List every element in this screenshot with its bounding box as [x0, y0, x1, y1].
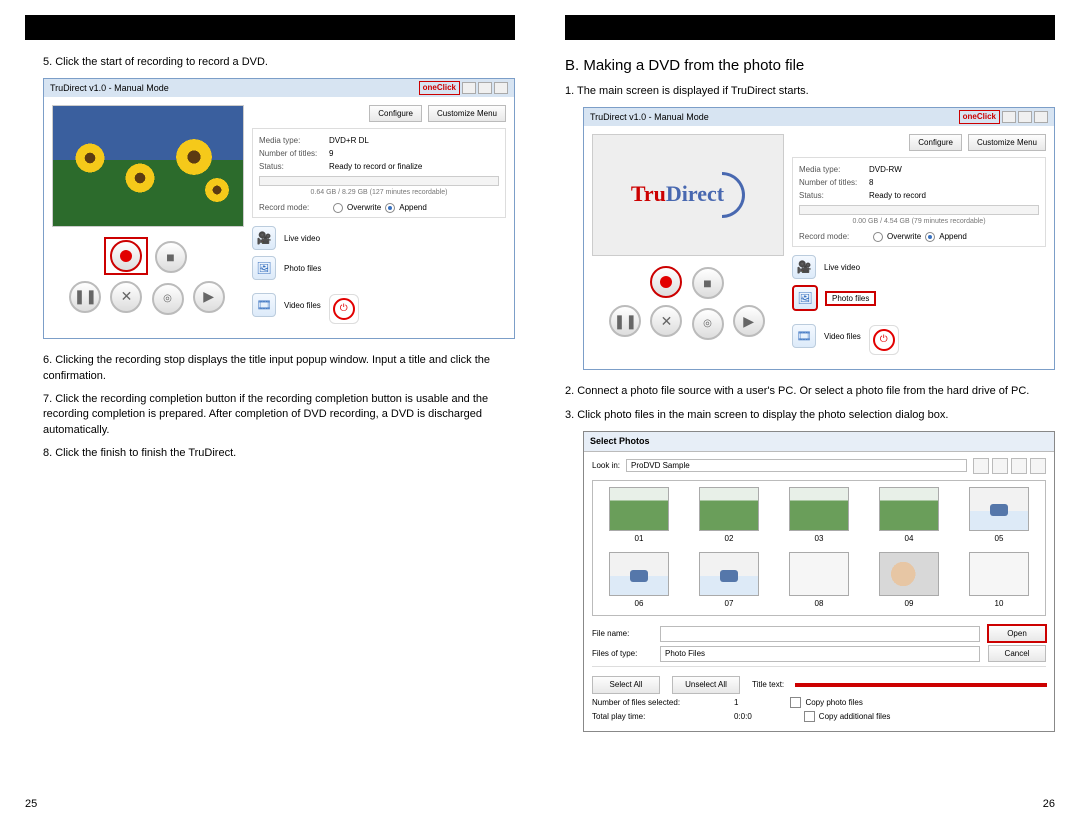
- thumb[interactable]: 07: [689, 552, 769, 609]
- cancel-dialog-button[interactable]: Cancel: [988, 645, 1046, 662]
- photo-files-label-highlight: Photo files: [826, 292, 875, 305]
- thumb[interactable]: 05: [959, 487, 1039, 544]
- thumb[interactable]: 10: [959, 552, 1039, 609]
- append-radio[interactable]: [385, 203, 395, 213]
- finalize-button[interactable]: ◎: [692, 308, 724, 340]
- step-3: 3. Click photo files in the main screen …: [565, 408, 1055, 423]
- step-6: 6. Clicking the recording stop displays …: [25, 353, 515, 384]
- info-panel: Configure Customize Menu Media type:DVD+…: [252, 105, 506, 331]
- stop-button[interactable]: ■: [155, 241, 187, 273]
- video-files-icon[interactable]: 🎞: [252, 293, 276, 317]
- up-icon[interactable]: [992, 458, 1008, 474]
- arc-icon: [722, 172, 745, 218]
- video-files-icon[interactable]: 🎞: [792, 324, 816, 348]
- close-icon[interactable]: [1034, 111, 1048, 123]
- copy-additional-checkbox[interactable]: [804, 711, 815, 722]
- preview-pane: ■ ❚❚ ✕ ◎ ▶: [52, 105, 242, 331]
- capacity-bar: [259, 176, 499, 186]
- page-26: B. Making a DVD from the photo file 1. T…: [540, 0, 1080, 820]
- back-icon[interactable]: [973, 458, 989, 474]
- pause-button[interactable]: ❚❚: [609, 305, 641, 337]
- power-button[interactable]: ⏻: [329, 294, 359, 324]
- power-button[interactable]: ⏻: [869, 325, 899, 355]
- live-video-icon[interactable]: 🎥: [252, 226, 276, 250]
- cancel-button[interactable]: ✕: [650, 305, 682, 337]
- preview-sunflowers: [52, 105, 244, 227]
- page-25: 5. Click the start of recording to recor…: [0, 0, 540, 820]
- preview-pane: TruDirect ■ ❚❚ ✕ ◎ ▶: [592, 134, 782, 362]
- look-in-label: Look in:: [592, 460, 620, 471]
- thumb[interactable]: 08: [779, 552, 859, 609]
- section-heading: B. Making a DVD from the photo file: [565, 55, 1055, 76]
- min-icon[interactable]: [1002, 111, 1016, 123]
- record-button-highlight: [104, 237, 148, 275]
- view-icon[interactable]: [1030, 458, 1046, 474]
- thumb[interactable]: 04: [869, 487, 949, 544]
- configure-button[interactable]: Configure: [369, 105, 422, 122]
- record-button[interactable]: [110, 240, 142, 272]
- thumbnail-grid: 01 02 03 04 05 06 07 08 09 10: [592, 480, 1046, 616]
- step-8: 8. Click the finish to finish the TruDir…: [25, 446, 515, 461]
- dialog-title: Select Photos: [584, 432, 1054, 452]
- screenshot-main: TruDirect v1.0 - Manual Mode oneClick Tr…: [583, 107, 1055, 370]
- close-icon[interactable]: [494, 82, 508, 94]
- append-radio[interactable]: [925, 232, 935, 242]
- thumb[interactable]: 01: [599, 487, 679, 544]
- app-titlebar: TruDirect v1.0 - Manual Mode oneClick: [584, 108, 1054, 125]
- new-folder-icon[interactable]: [1011, 458, 1027, 474]
- screenshot-select-photos: Select Photos Look in: 01 02 03 04 05 06…: [583, 431, 1055, 732]
- play-button[interactable]: ▶: [733, 305, 765, 337]
- live-video-icon[interactable]: 🎥: [792, 255, 816, 279]
- stop-button[interactable]: ■: [692, 267, 724, 299]
- photo-files-icon[interactable]: 🖼: [792, 285, 818, 311]
- app-titlebar: TruDirect v1.0 - Manual Mode oneClick: [44, 79, 514, 96]
- overwrite-radio[interactable]: [873, 232, 883, 242]
- files-type-label: Files of type:: [592, 648, 652, 659]
- app-title-text: TruDirect v1.0 - Manual Mode: [590, 111, 709, 124]
- step-7: 7. Click the recording completion button…: [25, 392, 515, 438]
- overwrite-radio[interactable]: [333, 203, 343, 213]
- screenshot-record: TruDirect v1.0 - Manual Mode oneClick: [43, 78, 515, 339]
- min-icon[interactable]: [462, 82, 476, 94]
- play-button[interactable]: ▶: [193, 281, 225, 313]
- page-header-bar: [565, 15, 1055, 40]
- preview-logo: TruDirect: [592, 134, 784, 256]
- customize-menu-button[interactable]: Customize Menu: [968, 134, 1046, 151]
- page-header-bar: [25, 15, 515, 40]
- finalize-button[interactable]: ◎: [152, 283, 184, 315]
- page-number: 26: [1043, 797, 1055, 812]
- max-icon[interactable]: [1018, 111, 1032, 123]
- open-button[interactable]: Open: [988, 625, 1046, 642]
- unselect-all-button[interactable]: Unselect All: [672, 676, 740, 693]
- configure-button[interactable]: Configure: [909, 134, 962, 151]
- copy-photo-checkbox[interactable]: [790, 697, 801, 708]
- file-name-field[interactable]: [660, 626, 980, 642]
- thumb[interactable]: 06: [599, 552, 679, 609]
- title-text-label: Title text:: [752, 679, 784, 690]
- step-1: 1. The main screen is displayed if TruDi…: [565, 84, 1055, 99]
- thumb[interactable]: 03: [779, 487, 859, 544]
- step-5: 5. Click the start of recording to recor…: [25, 55, 515, 70]
- customize-menu-button[interactable]: Customize Menu: [428, 105, 506, 122]
- photo-files-icon[interactable]: 🖼: [252, 256, 276, 280]
- app-title-text: TruDirect v1.0 - Manual Mode: [50, 82, 169, 95]
- page-number: 25: [25, 797, 37, 812]
- files-type-field[interactable]: Photo Files: [660, 646, 980, 662]
- file-name-label: File name:: [592, 628, 652, 639]
- look-in-field[interactable]: [626, 459, 967, 472]
- step-2: 2. Connect a photo file source with a us…: [565, 384, 1055, 399]
- select-all-button[interactable]: Select All: [592, 676, 660, 693]
- thumb[interactable]: 09: [869, 552, 949, 609]
- info-panel: Configure Customize Menu Media type:DVD-…: [792, 134, 1046, 362]
- max-icon[interactable]: [478, 82, 492, 94]
- thumb[interactable]: 02: [689, 487, 769, 544]
- help-link[interactable]: oneClick: [959, 110, 1000, 123]
- cancel-button[interactable]: ✕: [110, 281, 142, 313]
- pause-button[interactable]: ❚❚: [69, 281, 101, 313]
- record-button[interactable]: [650, 266, 682, 298]
- capacity-bar: [799, 205, 1039, 215]
- help-link[interactable]: oneClick: [419, 81, 460, 94]
